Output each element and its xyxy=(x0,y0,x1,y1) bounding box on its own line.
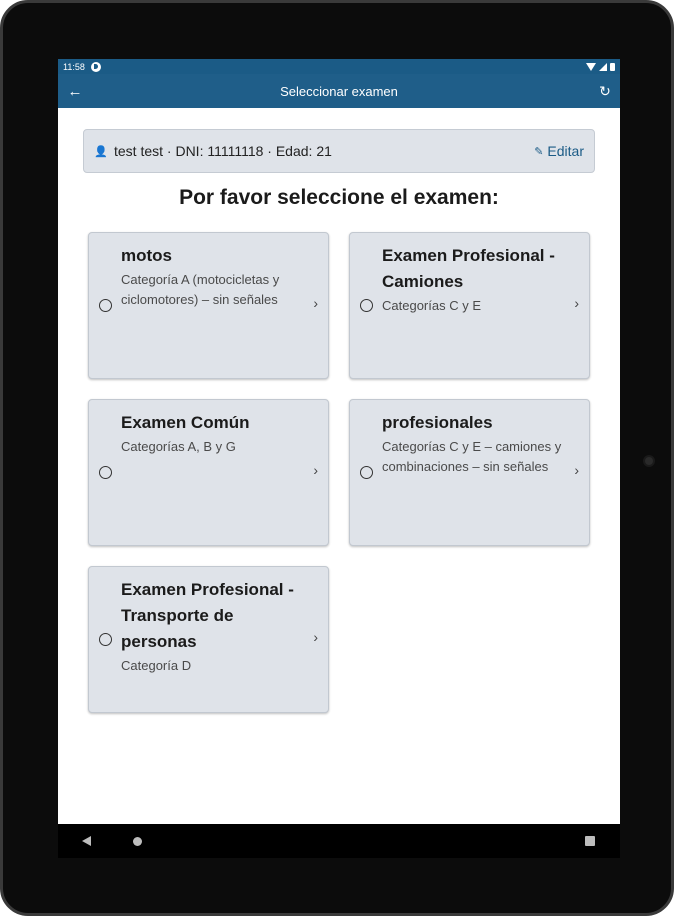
exam-card-motos[interactable]: motos Categoría A (motocicletas y ciclom… xyxy=(88,232,329,379)
chevron-right-icon: › xyxy=(574,295,579,311)
system-nav-bar xyxy=(58,824,620,858)
battery-icon xyxy=(610,62,615,71)
exam-card-profesionales[interactable]: profesionales Categorías C y E – camione… xyxy=(349,399,590,546)
nav-home-icon[interactable] xyxy=(133,836,142,846)
signal-icon xyxy=(599,62,607,71)
back-arrow-icon[interactable]: ← xyxy=(58,74,92,108)
exam-subtitle: Categorías C y E – camiones y combinacio… xyxy=(382,439,562,474)
wifi-icon xyxy=(586,62,596,71)
exam-subtitle: Categoría A (motocicletas y ciclomotores… xyxy=(121,272,280,307)
section-heading: Por favor seleccione el examen: xyxy=(179,186,499,209)
exam-title: Examen Profesional - Camiones xyxy=(382,246,555,291)
chevron-right-icon: › xyxy=(574,462,579,478)
edit-button[interactable]: ✎ Editar xyxy=(534,143,584,159)
person-icon: 👤 xyxy=(94,145,108,158)
radio-button[interactable] xyxy=(99,633,112,646)
status-bar: 11:58 xyxy=(58,59,620,74)
chevron-right-icon: › xyxy=(313,295,318,311)
app-bar: ← Seleccionar examen ↻ xyxy=(58,74,620,108)
user-info-bar: 👤 test test · DNI: 11111118 · Edad: 21 ✎… xyxy=(83,129,595,173)
status-time: 11:58 xyxy=(63,61,85,72)
radio-button[interactable] xyxy=(99,299,112,312)
exam-subtitle: Categorías C y E xyxy=(382,298,481,313)
user-info-text: test test · DNI: 11111118 · Edad: 21 xyxy=(114,143,332,159)
exam-title: profesionales xyxy=(382,413,493,432)
radio-button[interactable] xyxy=(360,466,373,479)
nav-back-icon[interactable] xyxy=(82,836,91,846)
exam-title: Examen Común xyxy=(121,413,250,432)
chevron-right-icon: › xyxy=(313,629,318,645)
exam-subtitle: Categoría D xyxy=(121,658,192,673)
radio-button[interactable] xyxy=(360,299,373,312)
exam-card-comun[interactable]: Examen Común Categorías A, B y G › xyxy=(88,399,329,546)
exam-card-transporte[interactable]: Examen Profesional - Transporte de perso… xyxy=(88,566,329,713)
exam-card-camiones[interactable]: Examen Profesional - Camiones Categorías… xyxy=(349,232,590,379)
page-title: Seleccionar examen xyxy=(280,83,398,99)
camera-icon xyxy=(643,455,655,467)
exam-subtitle: Categorías A, B y G xyxy=(121,439,236,454)
app-screen: 11:58 ← Seleccionar examen ↻ 👤 test test… xyxy=(58,59,620,858)
pencil-icon: ✎ xyxy=(534,145,544,158)
edit-label: Editar xyxy=(547,143,584,159)
dnd-icon xyxy=(90,61,101,72)
radio-button[interactable] xyxy=(99,466,112,479)
exam-title: Examen Profesional - Transporte de perso… xyxy=(121,580,294,651)
chevron-right-icon: › xyxy=(313,462,318,478)
refresh-icon[interactable]: ↻ xyxy=(590,74,620,108)
nav-recents-icon[interactable] xyxy=(585,836,595,846)
exam-title: motos xyxy=(121,246,172,265)
